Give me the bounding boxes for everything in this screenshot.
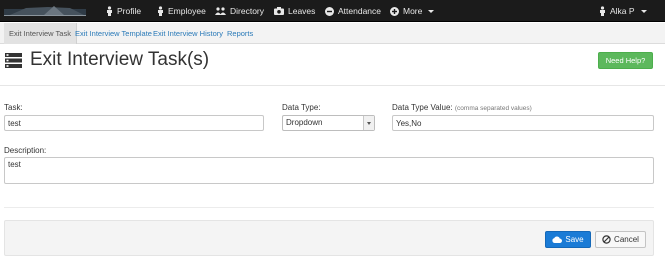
user-name: Alka P — [610, 6, 635, 16]
cancel-button[interactable]: Cancel — [595, 231, 646, 248]
tab-exit-interview-template[interactable]: Exit Interview Template — [70, 23, 157, 44]
form-actions-bar: Save Cancel — [4, 220, 654, 256]
nav-leaves-label: Leaves — [288, 6, 316, 16]
ban-icon — [602, 235, 611, 244]
nav-attendance-label: Attendance — [338, 6, 382, 16]
top-navbar: Profile Employee Directory Leaves Attend… — [0, 0, 665, 22]
user-menu[interactable]: Alka P — [599, 0, 647, 22]
cancel-label: Cancel — [614, 235, 639, 244]
camera-icon — [274, 7, 284, 15]
data-type-label: Data Type: — [282, 103, 321, 112]
description-textarea[interactable]: test — [4, 157, 654, 184]
chevron-down-icon — [363, 116, 374, 130]
save-button[interactable]: Save — [545, 231, 591, 248]
need-help-button[interactable]: Need Help? — [598, 52, 653, 69]
data-type-selected-value: Dropdown — [286, 118, 323, 127]
person-icon — [158, 6, 163, 16]
data-type-value-label-text: Data Type Value: — [392, 103, 453, 112]
cloud-icon — [552, 236, 563, 243]
data-type-value-hint: (comma separated values) — [454, 105, 532, 112]
tasks-list-icon — [5, 53, 22, 68]
person-icon — [107, 6, 112, 16]
tab-exit-interview-history[interactable]: Exit Interview History — [148, 23, 228, 44]
data-type-value-label: Data Type Value: (comma separated values… — [392, 103, 532, 112]
nav-employee-label: Employee — [168, 6, 206, 16]
task-input[interactable] — [4, 115, 264, 131]
nav-directory[interactable]: Directory — [215, 0, 264, 22]
nav-more[interactable]: More — [390, 0, 435, 22]
chevron-down-icon — [428, 9, 435, 13]
nav-leaves[interactable]: Leaves — [274, 0, 315, 22]
person-icon — [600, 6, 605, 16]
description-label: Description: — [4, 146, 47, 155]
nav-more-label: More — [403, 6, 423, 16]
nav-attendance[interactable]: Attendance — [325, 0, 381, 22]
divider — [0, 85, 665, 86]
page-title: Exit Interview Task(s) — [30, 49, 210, 70]
chevron-down-icon — [640, 9, 647, 13]
nav-directory-label: Directory — [230, 6, 265, 16]
data-type-value-input[interactable] — [392, 115, 654, 131]
users-icon — [215, 6, 226, 15]
tab-reports[interactable]: Reports — [222, 23, 258, 44]
nav-profile-label: Profile — [117, 6, 142, 16]
app-logo[interactable] — [4, 3, 86, 19]
nav-profile[interactable]: Profile — [106, 0, 141, 22]
sub-navigation: Exit Interview Task Exit Interview Templ… — [0, 23, 665, 44]
nav-employee[interactable]: Employee — [157, 0, 206, 22]
data-type-select[interactable]: Dropdown — [282, 115, 375, 131]
tab-exit-interview-task[interactable]: Exit Interview Task — [4, 23, 77, 44]
divider — [4, 207, 654, 208]
plus-circle-icon — [390, 6, 399, 16]
minus-circle-icon — [325, 6, 334, 16]
save-label: Save — [565, 235, 584, 244]
task-label: Task: — [4, 103, 23, 112]
